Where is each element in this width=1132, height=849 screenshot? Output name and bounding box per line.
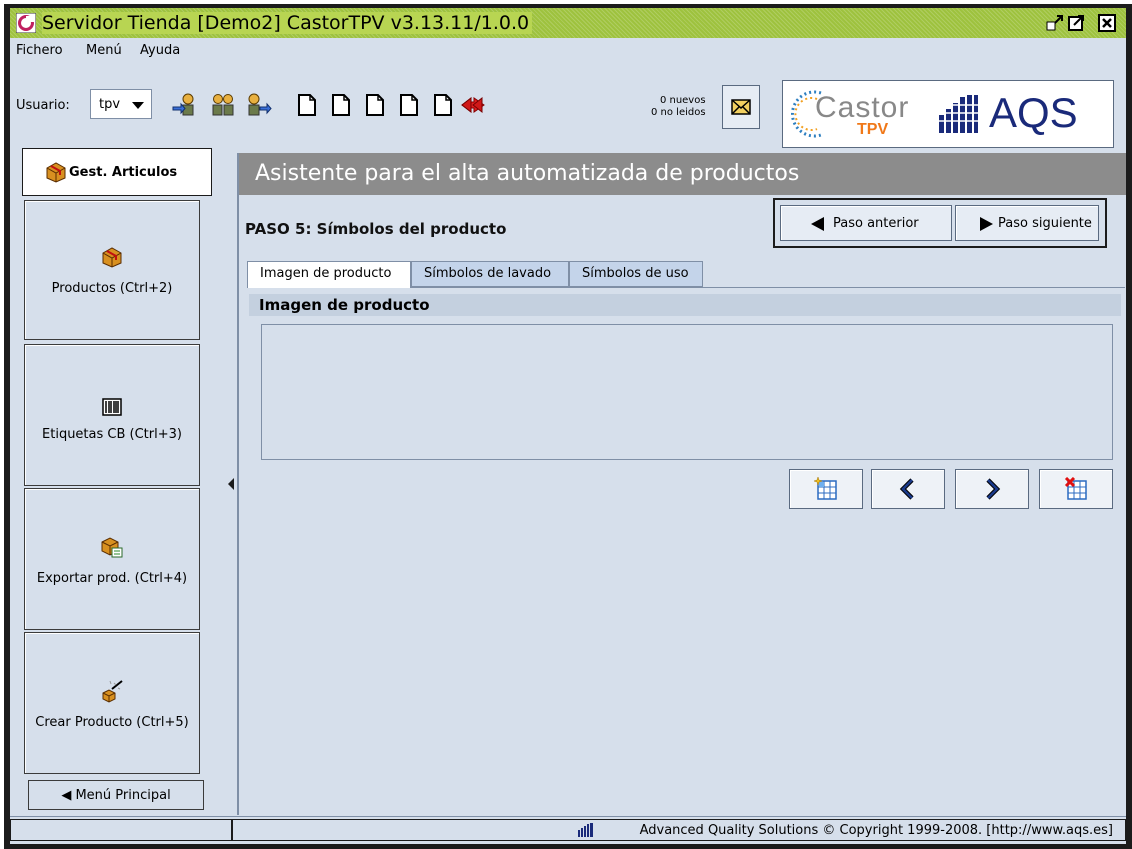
user-login-icon[interactable] [172,93,198,117]
double-arrow-left-icon[interactable] [460,93,486,117]
sidebar-header-label: Gest. Articulos [69,165,178,180]
unread-messages-count: 0 no leidos [651,107,706,118]
box-icon [46,162,66,183]
mail-button[interactable] [722,85,760,129]
status-segment: Advanced Quality Solutions © Copyright 1… [232,819,1126,841]
window-title: Servidor Tienda [Demo2] CastorTPV v3.13.… [42,12,533,34]
logo-aqs-text: AQS [989,89,1078,136]
sidebar-item-label: Exportar prod. (Ctrl+4) [36,571,188,586]
tab-label: Imagen de producto [260,266,392,281]
section-header: Imagen de producto [249,294,1121,316]
tab-strip: Imagen de producto Símbolos de lavado Sí… [247,261,1107,288]
message-counter: 0 nuevos 0 no leidos [651,95,706,119]
sidebar-item-exportar[interactable]: Exportar prod. (Ctrl+4) [24,488,200,630]
user-label: Usuario: [16,98,70,113]
delete-image-button[interactable] [1039,469,1113,509]
user-logout-icon[interactable] [246,93,272,117]
main-menu-label: ◀ Menú Principal [61,788,171,803]
wizard-title: Asistente para el alta automatizada de p… [255,161,800,186]
menu-menu[interactable]: Menú [86,43,122,58]
minimize-icon[interactable] [1046,14,1064,32]
sidebar-item-productos[interactable]: Productos (Ctrl+2) [24,200,200,340]
next-step-label: Paso siguiente [998,216,1092,231]
section-title: Imagen de producto [259,296,430,314]
sidebar-item-etiquetas[interactable]: Etiquetas CB (Ctrl+3) [24,344,200,486]
magic-wand-icon [102,680,123,703]
sidebar-item-crear-producto[interactable]: Crear Producto (Ctrl+5) [24,632,200,774]
barcode-icon [102,398,122,416]
app-window: Servidor Tienda [Demo2] CastorTPV v3.13.… [4,4,1132,849]
sidebar-item-label: Crear Producto (Ctrl+5) [35,715,189,730]
logo-castor-text: Castor [815,91,910,124]
sidebar-item-label: Etiquetas CB (Ctrl+3) [42,427,182,442]
close-icon[interactable] [1098,14,1116,32]
wizard-panel: Asistente para el alta automatizada de p… [237,153,1126,815]
document-icon[interactable] [328,93,354,117]
tab-panel: Imagen de producto [249,287,1125,808]
previous-image-button[interactable] [871,469,945,509]
tab-simbolos-de-lavado[interactable]: Símbolos de lavado [411,261,569,287]
chevron-left-icon [899,478,914,500]
company-logo: Castor TPV AQS [782,80,1114,148]
tab-imagen-de-producto[interactable]: Imagen de producto [247,261,411,288]
status-segment [10,819,232,841]
next-step-button[interactable]: Paso siguiente [955,205,1099,241]
tab-simbolos-de-uso[interactable]: Símbolos de uso [569,261,703,287]
previous-step-button[interactable]: Paso anterior [780,205,952,241]
add-image-button[interactable] [789,469,863,509]
next-image-button[interactable] [955,469,1029,509]
add-grid-icon [814,477,837,500]
user-select[interactable]: tpv [90,89,152,119]
menu-ayuda[interactable]: Ayuda [140,43,180,58]
product-image-area[interactable] [261,324,1113,460]
aqs-bars-icon [578,823,593,837]
tab-label: Símbolos de lavado [424,266,552,281]
logo-tpv-text: TPV [857,121,889,138]
app-icon [16,13,36,33]
triangle-left-icon [811,217,824,231]
maximize-icon[interactable] [1068,14,1086,32]
tab-label: Símbolos de uso [582,266,689,281]
copyright-text: Advanced Quality Solutions © Copyright 1… [639,823,1113,838]
status-bar: Advanced Quality Solutions © Copyright 1… [10,816,1126,844]
document-icon[interactable] [396,93,422,117]
menu-fichero[interactable]: Fichero [16,43,63,58]
chevron-down-icon [132,102,144,109]
menu-bar: Fichero Menú Ayuda [10,38,1126,64]
main-menu-text: Menú Principal [75,788,171,803]
wizard-banner: Asistente para el alta automatizada de p… [239,153,1126,195]
triangle-right-icon [980,217,993,231]
main-menu-button[interactable]: ◀ Menú Principal [28,780,204,810]
document-icon[interactable] [294,93,320,117]
document-icon[interactable] [430,93,456,117]
users-group-icon[interactable] [210,93,236,117]
sidebar: Gest. Articulos Productos (Ctrl+2) Etiqu… [22,148,212,814]
export-box-icon [101,537,123,558]
previous-step-label: Paso anterior [833,216,919,231]
box-icon [102,247,122,268]
step-title: PASO 5: Símbolos del producto [245,220,507,238]
chevron-right-icon [986,478,1001,500]
toolbar: Usuario: tpv 0 nuevos 0 no leidos Castor… [10,70,1126,150]
sidebar-item-label: Productos (Ctrl+2) [51,281,173,296]
aqs-bars-icon [939,95,979,133]
envelope-icon [731,99,751,115]
new-messages-count: 0 nuevos [659,95,706,106]
sidebar-header: Gest. Articulos [22,148,212,196]
title-bar[interactable]: Servidor Tienda [Demo2] CastorTPV v3.13.… [10,4,1126,38]
document-icon[interactable] [362,93,388,117]
user-select-value: tpv [99,97,121,112]
collapse-sidebar-icon[interactable] [228,478,234,490]
delete-grid-icon [1064,477,1087,500]
wizard-navigation: Paso anterior Paso siguiente [773,198,1107,248]
